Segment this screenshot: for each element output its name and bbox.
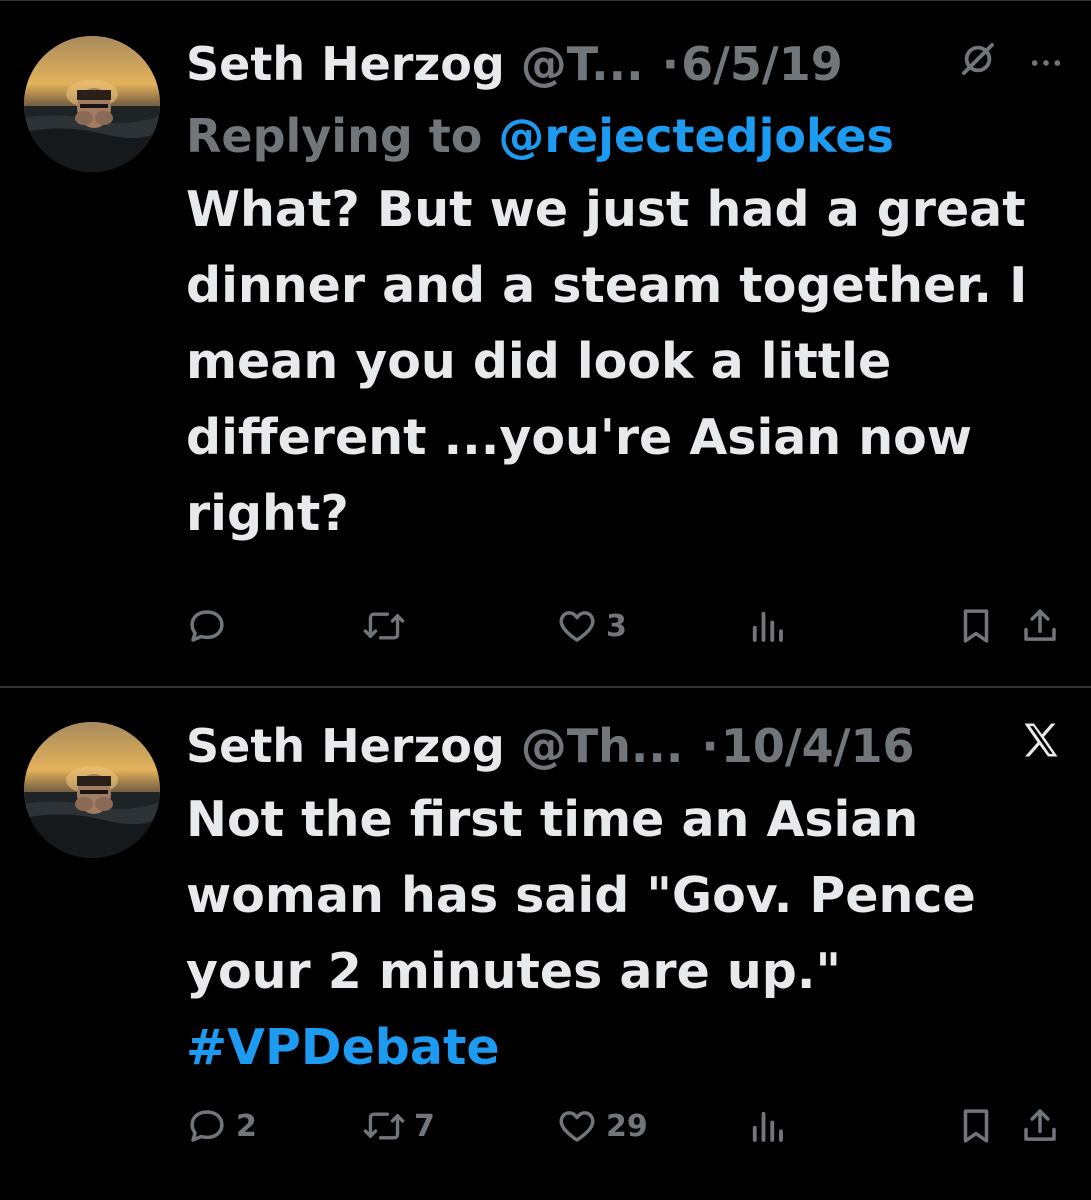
views-icon	[746, 605, 788, 647]
tweet[interactable]: Seth Herzog @T... ·6/5/19 Replying to @r…	[0, 0, 1091, 686]
like-button[interactable]: 3	[556, 598, 627, 654]
tweet-text-body: Not the first time an Asian woman has sa…	[186, 791, 976, 1000]
views-button[interactable]	[746, 598, 788, 654]
share-button[interactable]	[1019, 598, 1061, 654]
tweet-content: Seth Herzog @Th... ·10/4/16 Not the firs…	[186, 710, 1063, 1086]
avatar-image	[24, 36, 160, 172]
tweet[interactable]: Seth Herzog @Th... ·10/4/16 Not the firs…	[0, 688, 1091, 1200]
tweet-date[interactable]: 6/5/19	[681, 37, 843, 91]
bookmark-icon	[955, 605, 997, 647]
share-icon	[1019, 605, 1061, 647]
views-button[interactable]	[746, 1098, 788, 1154]
tweet-header: Seth Herzog @T... ·6/5/19	[186, 28, 1063, 100]
author-name[interactable]: Seth Herzog	[186, 37, 505, 91]
retweet-button[interactable]	[362, 598, 414, 654]
tweet-actions: 2 7 29	[186, 1098, 1061, 1154]
no-bell-icon[interactable]	[957, 28, 999, 100]
bookmark-button[interactable]	[955, 598, 997, 654]
separator-dot: ·	[701, 719, 719, 773]
reply-icon	[186, 1105, 228, 1147]
heart-icon	[556, 1105, 598, 1147]
retweet-icon	[362, 605, 406, 647]
header-icons	[1019, 710, 1063, 782]
tweet-text: Not the first time an Asian woman has sa…	[186, 782, 1063, 1086]
share-button[interactable]	[1019, 1098, 1061, 1154]
retweet-count: 7	[414, 1108, 435, 1144]
reply-icon	[186, 605, 228, 647]
tweet-header: Seth Herzog @Th... ·10/4/16	[186, 710, 1063, 782]
avatar[interactable]	[24, 722, 160, 858]
author-handle[interactable]: @T...	[521, 37, 644, 91]
header-icons	[957, 28, 1063, 100]
tweet-text: What? But we just had a great dinner and…	[186, 181, 1028, 542]
avatar[interactable]	[24, 36, 160, 172]
heart-icon	[556, 605, 598, 647]
like-button[interactable]: 29	[556, 1098, 648, 1154]
like-count: 3	[606, 608, 627, 644]
share-icon	[1019, 1105, 1061, 1147]
reply-count: 2	[236, 1108, 257, 1144]
tweet-content: Seth Herzog @T... ·6/5/19 Replying to @r…	[186, 28, 1063, 552]
replying-to-label: Replying to	[186, 109, 499, 163]
retweet-button[interactable]: 7	[362, 1098, 435, 1154]
x-logo-icon[interactable]	[1019, 710, 1063, 782]
reply-button[interactable]: 2	[186, 1098, 257, 1154]
author-name[interactable]: Seth Herzog	[186, 719, 505, 773]
bookmark-icon	[955, 1105, 997, 1147]
bookmark-button[interactable]	[955, 1098, 997, 1154]
hashtag-link[interactable]: #VPDebate	[186, 1019, 500, 1076]
author-handle[interactable]: @Th...	[521, 719, 684, 773]
more-icon[interactable]	[1029, 28, 1063, 100]
separator-dot: ·	[661, 37, 680, 91]
replying-to-mention[interactable]: @rejectedjokes	[498, 109, 894, 163]
avatar-image	[24, 722, 160, 858]
views-icon	[746, 1105, 788, 1147]
replying-to-line: Replying to @rejectedjokes	[186, 100, 1063, 172]
retweet-icon	[362, 1105, 406, 1147]
tweet-date[interactable]: 10/4/16	[721, 719, 915, 773]
reply-button[interactable]	[186, 598, 236, 654]
tweet-actions: 3	[186, 598, 1061, 654]
like-count: 29	[606, 1108, 648, 1144]
